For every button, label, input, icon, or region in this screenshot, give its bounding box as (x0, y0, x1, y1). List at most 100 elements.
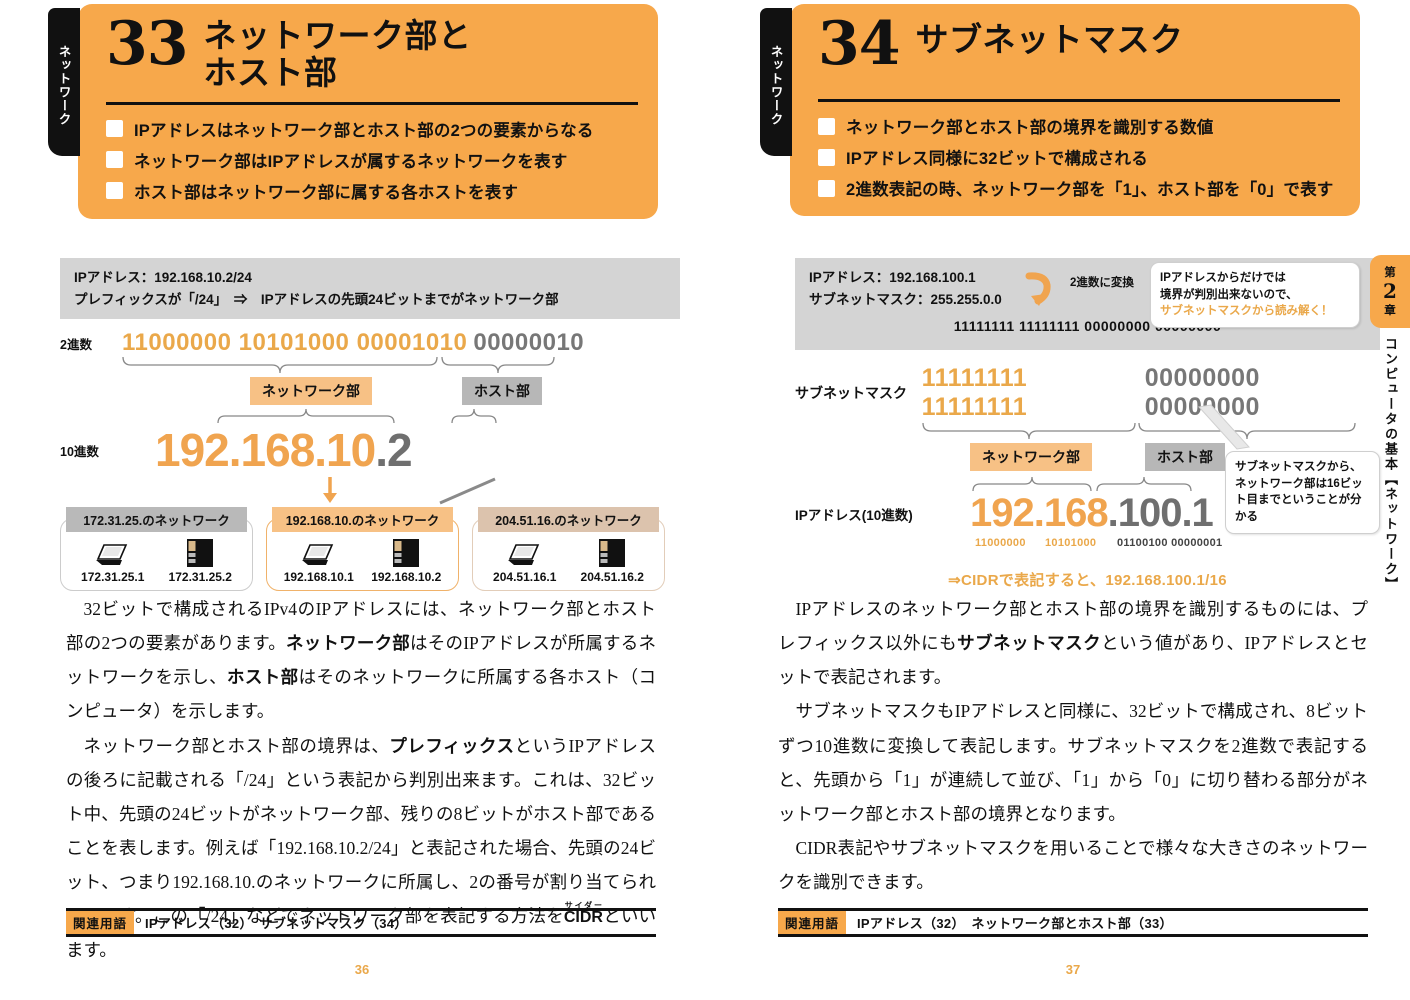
callout-side-line-2: ネットワーク部は16ビッ (1235, 477, 1363, 490)
checkbox-icon (818, 148, 835, 166)
device: 172.31.25.2 (169, 539, 232, 584)
page-title: サブネットマスク (916, 14, 1184, 59)
footer-left: 関連用語 IPアドレス（32） サブネットマスク（34） (66, 908, 656, 937)
p1-emphasis-2: ホスト部 (227, 667, 299, 688)
device: 204.51.16.2 (581, 539, 644, 584)
header-top: 34 サブネットマスク (818, 9, 1340, 79)
callout-side-pointer (1198, 404, 1250, 450)
binary-host-part: 00000010 (473, 329, 585, 357)
mask-network-part: 11111111 11111111 (921, 364, 1028, 421)
mask-row-label: サブネットマスク (795, 385, 907, 401)
section-header-left: ネットワーク 33 ネットワーク部と ホスト部 IPアドレスはネットワーク部とホ… (48, 4, 658, 219)
diagram-right: IPアドレス：192.168.100.1 サブネットマスク：255.255.0.… (795, 258, 1380, 590)
chapter-tab-line-3: 章 (1384, 305, 1396, 317)
ip-host-part: .100.1 (1107, 491, 1214, 535)
callout-top-line-3: サブネットマスクから読み解く！ (1160, 305, 1333, 318)
decimal-row-label: 10進数 (60, 444, 99, 459)
convert-note-label: 2進数に変換 (1070, 277, 1134, 289)
diagram-left: IPアドレス：192.168.10.2/24 プレフィックスが「/24」 ⇒ I… (60, 258, 680, 592)
laptop-icon (95, 544, 127, 566)
section-header-right: ネットワーク 34 サブネットマスク ネットワーク部とホスト部の境界を識別する数… (760, 4, 1360, 216)
tag-host-part: ホスト部 (462, 377, 542, 406)
network-box: 172.31.25.のネットワーク 172.31.25.1 172.31.25.… (60, 507, 253, 592)
footer-inner: 関連用語 IPアドレス（32） サブネットマスク（34） (66, 911, 656, 934)
chapter-tab-line-1: 第 (1384, 267, 1396, 279)
bullet-label: IPアドレス同様に32ビットで構成される (846, 150, 1148, 168)
network-box-row: 172.31.25.のネットワーク 172.31.25.1 172.31.25.… (60, 507, 680, 592)
category-vertical-tab: ネットワーク (48, 8, 80, 156)
paragraph: CIDR表記やサブネットマスクを用いることで様々な大きさのネットワークを識別でき… (778, 837, 1368, 892)
section-number: 33 (106, 9, 188, 79)
part-tag-row: ネットワーク部 ホスト部 サブネットマスクから、 ネットワーク部は16ビッ ト目… (795, 404, 1380, 534)
network-box: 204.51.16.のネットワーク 204.51.16.1 204.51.16.… (472, 507, 665, 592)
chapter-tab-label: コンピュータの基本【ネットワーク】 (1383, 337, 1398, 592)
p1-emphasis-1: サブネットマスク (957, 633, 1102, 654)
bullet-label: ホスト部はネットワーク部に属する各ホストを表す (134, 183, 519, 202)
paragraph: IPアドレスのネットワーク部とホスト部の境界を識別するものには、プレフィックス以… (778, 592, 1368, 694)
device-ip: 172.31.25.1 (81, 570, 145, 585)
list-item: IPアドレス同様に32ビットで構成される (818, 145, 1340, 169)
bullet-list: IPアドレスはネットワーク部とホスト部の2つの要素からなる ネットワーク部はIP… (106, 117, 638, 203)
chapter-tab-head: 第 2 章 (1370, 255, 1410, 328)
header-divider (106, 101, 638, 105)
ip-row-label: IPアドレス(10進数) (795, 507, 913, 523)
binary-brace-svg (122, 357, 555, 374)
callout-side-line-1: サブネットマスクから、 (1235, 461, 1362, 473)
chapter-tab-line-2: 2 (1383, 279, 1397, 303)
ip-sub-bits-row: 11000000 10101000 01100100 00000001 (795, 537, 1380, 555)
page-number-right: 37 (1065, 962, 1081, 977)
checkbox-icon (106, 120, 123, 138)
device: 192.168.10.1 (284, 543, 354, 584)
flow-arrow-svg (323, 477, 496, 505)
checkbox-icon (818, 117, 835, 135)
callout-side: サブネットマスクから、 ネットワーク部は16ビッ ト目までということが分 かる (1225, 451, 1380, 534)
page-title-line2: ホスト部 (203, 53, 338, 91)
header-divider (818, 99, 1340, 102)
callout-side-line-4: かる (1235, 511, 1258, 524)
p2-emphasis-1: プレフィックス (389, 735, 515, 756)
bullet-label: ネットワーク部はIPアドレスが属するネットワークを表す (134, 152, 568, 171)
header-box: ネットワーク 33 ネットワーク部と ホスト部 IPアドレスはネットワーク部とホ… (48, 4, 658, 219)
checkbox-icon (106, 182, 123, 200)
body-text-right: IPアドレスのネットワーク部とホスト部の境界を識別するものには、プレフィックス以… (778, 592, 1368, 899)
device-ip: 204.51.16.1 (493, 570, 557, 585)
bullet-list: ネットワーク部とホスト部の境界を識別する数値 IPアドレス同様に32ビットで構成… (818, 114, 1340, 200)
server-icon (599, 539, 626, 568)
page-left: ネットワーク 33 ネットワーク部と ホスト部 IPアドレスはネットワーク部とホ… (0, 0, 705, 1000)
header-box: ネットワーク 34 サブネットマスク ネットワーク部とホスト部の境界を識別する数… (760, 4, 1360, 216)
footer-rule-bottom (66, 934, 656, 937)
band-line-1: IPアドレス：192.168.10.2/24 (74, 270, 252, 285)
device-ip: 192.168.10.1 (283, 570, 354, 585)
laptop-icon (507, 544, 539, 566)
diagram-info-band: IPアドレス：192.168.10.2/24 プレフィックスが「/24」 ⇒ I… (60, 258, 680, 320)
device-ip: 204.51.16.2 (580, 570, 644, 585)
page-right: ネットワーク 34 サブネットマスク ネットワーク部とホスト部の境界を識別する数… (705, 0, 1410, 1000)
related-terms-list: IPアドレス（32） ネットワーク部とホスト部（33） (857, 916, 1173, 931)
laptop-icon (301, 544, 333, 566)
sub-bits-host: 01100100 00000001 (1117, 537, 1223, 549)
device: 204.51.16.1 (493, 543, 556, 584)
related-terms-badge: 関連用語 (66, 911, 135, 934)
footer-rule-bottom (778, 934, 1368, 937)
section-number: 34 (818, 9, 900, 79)
callout-top-line-2: 境界が判別出来ないので、 (1160, 288, 1298, 301)
list-item: ネットワーク部はIPアドレスが属するネットワークを表す (106, 148, 638, 172)
category-vertical-tab: ネットワーク (760, 8, 792, 156)
network-box-title: 172.31.25.のネットワーク (66, 507, 247, 533)
list-item: IPアドレスはネットワーク部とホスト部の2つの要素からなる (106, 117, 638, 141)
cidr-note: ⇒CIDRで表記すると、192.168.100.1/16 (948, 572, 1227, 589)
binary-row: 2進数 11000000 10101000 00001010 00000010 (60, 329, 680, 357)
page-title-line1: サブネットマスク (915, 21, 1184, 58)
network-box-title: 204.51.16.のネットワーク (478, 507, 659, 533)
tag-network-part: ネットワーク部 (250, 377, 372, 406)
part-tag-row: ネットワーク部 ホスト部 (60, 377, 680, 406)
chapter-tab: 第 2 章 コンピュータの基本【ネットワーク】 (1370, 255, 1410, 637)
footer-right: 関連用語 IPアドレス（32） ネットワーク部とホスト部（33） (778, 908, 1368, 937)
decimal-host-part: .2 (375, 424, 412, 477)
sub-bits-network-2: 10101000 (1045, 537, 1097, 549)
related-terms-list: IPアドレス（32） サブネットマスク（34） (145, 916, 408, 931)
list-item: ホスト部はネットワーク部に属する各ホストを表す (106, 179, 638, 203)
tag-network-part: ネットワーク部 (970, 443, 1092, 471)
list-item: 2進数表記の時、ネットワーク部を「1」、ホスト部を「0」で表す (818, 176, 1340, 200)
bullet-label: IPアドレスはネットワーク部とホスト部の2つの要素からなる (134, 121, 594, 140)
